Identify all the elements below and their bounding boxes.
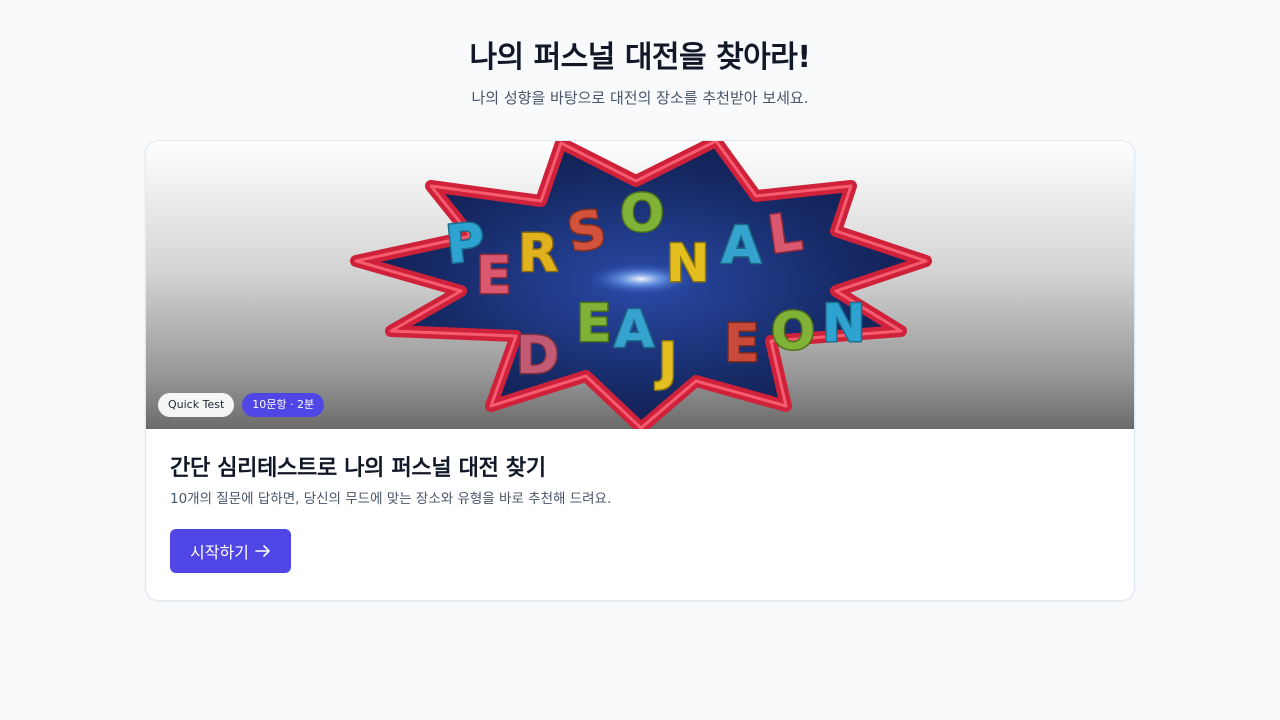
card-body: 간단 심리테스트로 나의 퍼스널 대전 찾기 10개의 질문에 답하면, 당신의…: [146, 429, 1134, 573]
hero-image: P E R S O N A L D E A J E O N Quick Test…: [146, 141, 1134, 429]
svg-text:O: O: [620, 184, 664, 244]
svg-text:N: N: [666, 234, 710, 294]
svg-text:N: N: [822, 294, 866, 354]
svg-text:E: E: [476, 246, 512, 306]
page-title: 나의 퍼스널 대전을 찾아라!: [469, 40, 811, 75]
svg-text:A: A: [614, 300, 654, 360]
test-card: P E R S O N A L D E A J E O N Quick Test…: [145, 140, 1135, 601]
svg-text:R: R: [518, 224, 558, 284]
arrow-right-icon: [255, 542, 271, 561]
svg-text:O: O: [771, 302, 815, 362]
quick-test-badge: Quick Test: [158, 393, 235, 417]
question-count-badge: 10문항 · 2분: [242, 393, 325, 417]
svg-text:E: E: [576, 294, 612, 354]
svg-text:E: E: [724, 314, 760, 374]
start-button-label: 시작하기: [190, 543, 249, 562]
start-button[interactable]: 시작하기: [170, 529, 291, 573]
hero-badges: Quick Test 10문항 · 2분: [158, 393, 325, 417]
page-header: 나의 퍼스널 대전을 찾아라! 나의 성향을 바탕으로 대전의 장소를 추천받아…: [0, 0, 1280, 108]
card-description: 10개의 질문에 답하면, 당신의 무드에 맞는 장소와 유형을 바로 추천해 …: [170, 491, 612, 507]
personal-daejeon-logo: P E R S O N A L D E A J E O N: [350, 141, 932, 429]
svg-text:D: D: [516, 326, 559, 386]
svg-text:J: J: [655, 332, 677, 392]
svg-text:A: A: [721, 216, 761, 276]
card-title: 간단 심리테스트로 나의 퍼스널 대전 찾기: [170, 456, 546, 481]
page-subtitle: 나의 성향을 바탕으로 대전의 장소를 추천받아 보세요.: [471, 89, 809, 107]
